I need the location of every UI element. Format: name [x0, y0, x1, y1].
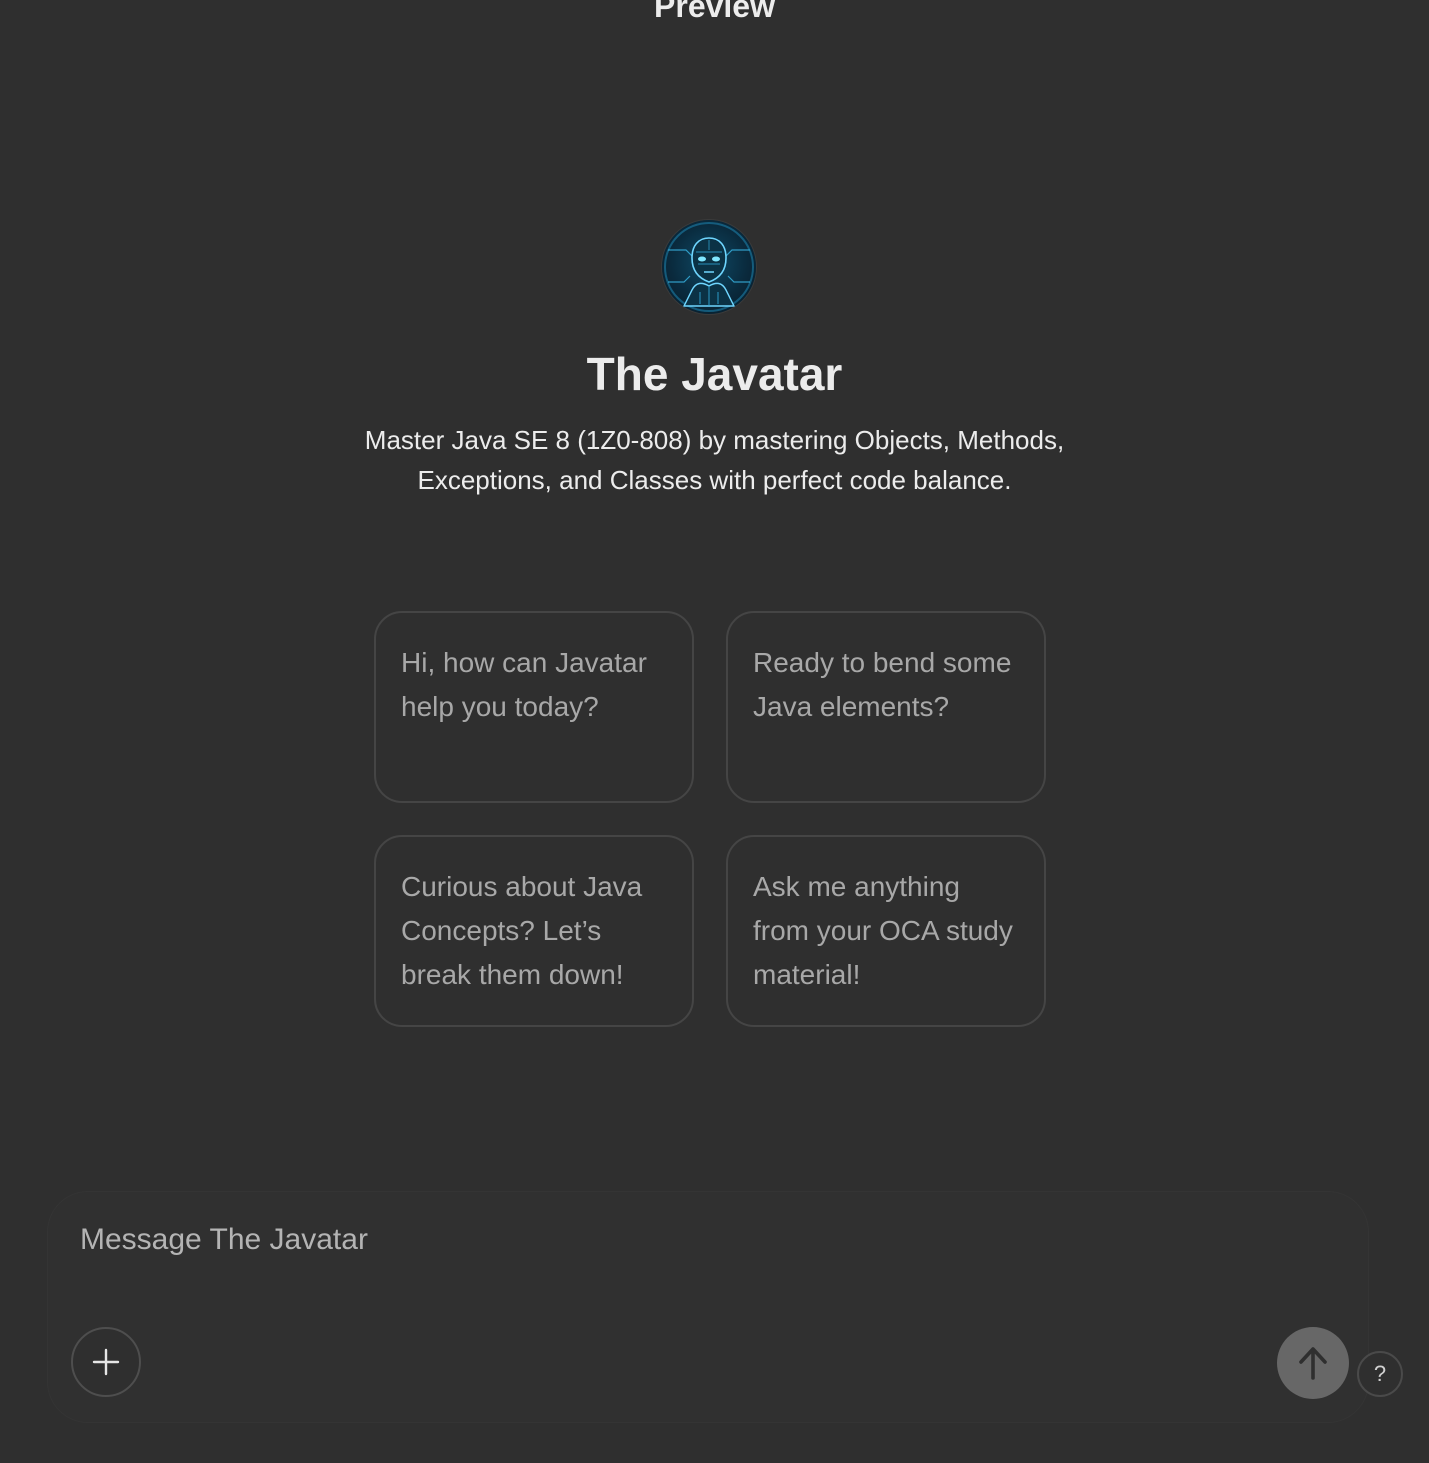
preview-page: Preview The Javatar Master Java SE 8 (1Z…	[0, 0, 1429, 1463]
starter-card[interactable]: Hi, how can Javatar help you today?	[374, 611, 694, 803]
gpt-description: Master Java SE 8 (1Z0-808) by mastering …	[364, 425, 1065, 495]
message-input[interactable]: Message The Javatar	[80, 1218, 1260, 1262]
starter-card[interactable]: Ready to bend some Java elements?	[726, 611, 1046, 803]
gpt-avatar	[662, 220, 756, 314]
attach-button[interactable]	[71, 1327, 141, 1397]
robot-face-icon	[664, 222, 754, 312]
arrow-up-icon	[1299, 1347, 1327, 1380]
help-button[interactable]: ?	[1357, 1351, 1403, 1397]
conversation-starters: Hi, how can Javatar help you today? Read…	[374, 611, 1046, 1027]
plus-icon	[92, 1348, 120, 1376]
gpt-name: The Javatar	[586, 348, 843, 400]
starter-card[interactable]: Curious about Java Concepts? Let’s break…	[374, 835, 694, 1027]
page-title: Preview	[654, 0, 775, 24]
send-button[interactable]	[1277, 1327, 1349, 1399]
starter-card[interactable]: Ask me anything from your OCA study mate…	[726, 835, 1046, 1027]
